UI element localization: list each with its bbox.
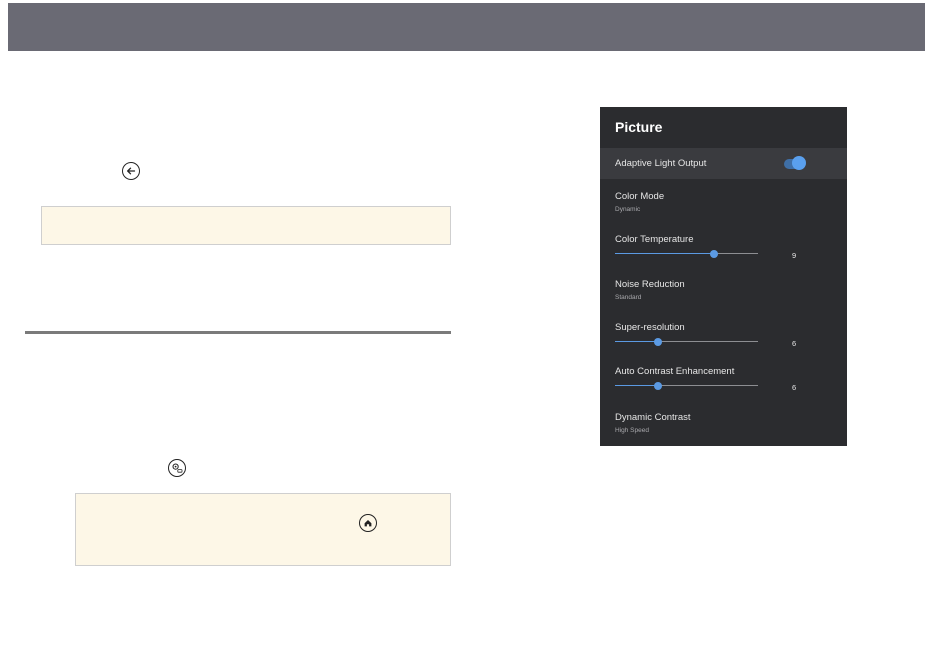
setting-label: Auto Contrast Enhancement [615, 366, 735, 377]
setting-value: Standard [615, 294, 642, 301]
header-bar [8, 3, 925, 51]
setting-auto-contrast-enhancement[interactable]: Auto Contrast Enhancement 6 [600, 361, 847, 397]
setting-label: Noise Reduction [615, 279, 685, 290]
slider-value: 9 [792, 251, 797, 260]
auto-contrast-slider[interactable] [615, 381, 758, 390]
slider-handle[interactable] [653, 337, 662, 346]
note-box [41, 206, 451, 245]
slider-handle[interactable] [709, 249, 718, 258]
super-resolution-slider[interactable] [615, 337, 758, 346]
setting-value: Dynamic [615, 206, 641, 213]
slider-value: 6 [792, 383, 797, 392]
slider-value: 6 [792, 339, 797, 348]
setting-label: Super-resolution [615, 322, 685, 333]
setting-super-resolution[interactable]: Super-resolution 6 [600, 317, 847, 353]
setting-label: Color Temperature [615, 234, 694, 245]
setting-dynamic-contrast[interactable]: Dynamic Contrast High Speed [600, 406, 847, 442]
setting-label: Dynamic Contrast [615, 412, 691, 423]
note-box-home [75, 493, 451, 566]
picture-settings-panel: Picture Adaptive Light Output Color Mode… [600, 107, 847, 446]
slider-fill [615, 341, 658, 342]
panel-title: Picture [615, 119, 663, 135]
setting-value: High Speed [615, 427, 649, 434]
color-temperature-slider[interactable] [615, 249, 758, 258]
setting-label: Color Mode [615, 191, 665, 202]
setting-color-mode[interactable]: Color Mode Dynamic [600, 185, 847, 221]
home-icon [359, 514, 377, 532]
slider-fill [615, 253, 714, 254]
slider-handle[interactable] [653, 381, 662, 390]
back-arrow-icon [122, 162, 140, 180]
settings-icon [168, 459, 186, 477]
setting-color-temperature[interactable]: Color Temperature 9 [600, 229, 847, 265]
section-divider [25, 331, 451, 334]
setting-noise-reduction[interactable]: Noise Reduction Standard [600, 273, 847, 309]
adaptive-light-toggle[interactable] [792, 156, 806, 170]
setting-adaptive-light-output[interactable]: Adaptive Light Output [600, 148, 847, 179]
slider-fill [615, 385, 658, 386]
setting-label: Adaptive Light Output [615, 158, 707, 169]
